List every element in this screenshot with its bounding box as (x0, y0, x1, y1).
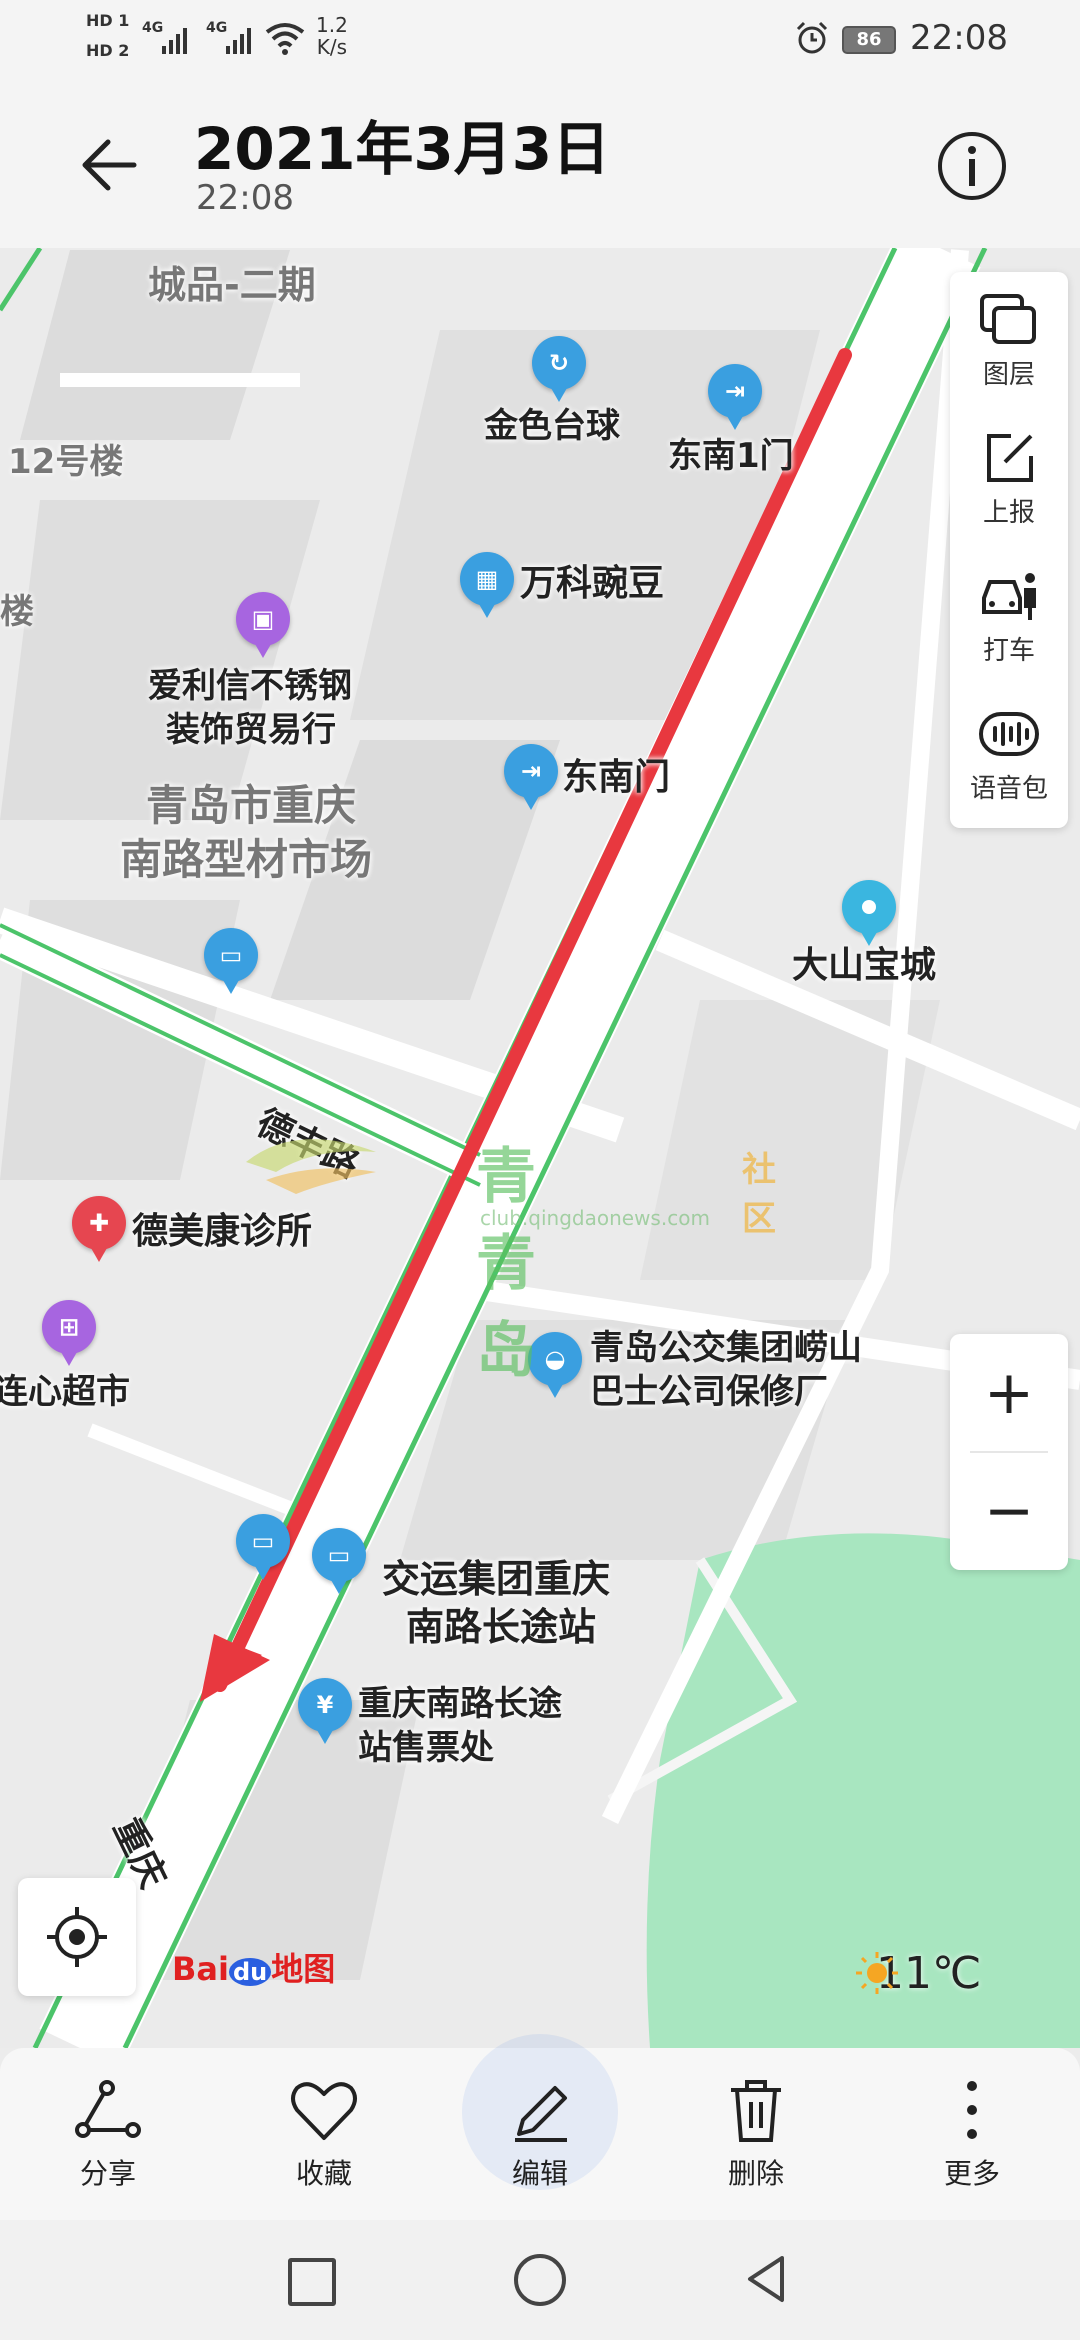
layers-icon (980, 293, 1036, 344)
ticket-icon[interactable]: ¥ (298, 1678, 352, 1744)
more-button[interactable]: 更多 (902, 2076, 1042, 2196)
bus-stop-icon[interactable]: ▭ (312, 1528, 366, 1594)
share-icon (75, 2080, 141, 2138)
area-label-market-1: 青岛市重庆 (146, 781, 357, 830)
gate-icon[interactable]: ⇥ (504, 744, 558, 810)
crosshair-icon (47, 1907, 107, 1967)
tool-taxi[interactable]: 打车 (950, 548, 1068, 686)
network-speed: 1.2 K/s (316, 13, 348, 59)
report-icon (987, 433, 1033, 482)
building-icon[interactable]: ▦ (460, 552, 514, 618)
tool-layers[interactable]: 图层 (950, 272, 1068, 410)
edit-button[interactable]: 编辑 (470, 2076, 610, 2196)
poi-label-stainless-1[interactable]: 爱利信不锈钢 (148, 658, 352, 707)
svg-text:4G: 4G (142, 20, 163, 36)
bus-stop-icon[interactable]: ▭ (236, 1514, 290, 1580)
info-button[interactable] (934, 128, 1010, 204)
shopping-bag-icon[interactable]: ▣ (236, 592, 290, 658)
area-label-building-12: 12号楼 (8, 442, 124, 482)
zoom-control: + − (950, 1334, 1068, 1570)
zoom-in-button[interactable]: + (950, 1334, 1068, 1452)
area-label-lou: 楼 (0, 592, 34, 632)
back-arrow-icon (82, 139, 137, 191)
poi-label-clinic[interactable]: 德美康诊所 (132, 1202, 312, 1254)
poi-label-bus-repair-1[interactable]: 青岛公交集团崂山 (590, 1320, 862, 1369)
poi-label-ticket-1[interactable]: 重庆南路长途 (358, 1676, 562, 1725)
poi-label-bus-repair-2[interactable]: 巴士公司保修厂 (590, 1364, 828, 1413)
zoom-out-button[interactable]: − (950, 1452, 1068, 1570)
tool-report[interactable]: 上报 (950, 410, 1068, 548)
delete-button[interactable]: 删除 (686, 2076, 826, 2196)
poi-label-stainless-2[interactable]: 装饰贸易行 (166, 702, 336, 751)
recent-apps-button[interactable] (288, 2258, 336, 2306)
signal-icon: 4G 4G (142, 20, 251, 54)
battery-indicator: 86 (842, 26, 896, 54)
sun-icon (856, 1952, 898, 1994)
heart-icon (291, 2082, 357, 2140)
gate-icon[interactable]: ⇥ (708, 364, 762, 430)
tool-voice-pack[interactable]: 语音包 (950, 686, 1068, 824)
status-bar: HD 1 HD 2 4G 4G 1.2 K/s 86 22:08 (0, 0, 1080, 80)
poi-label-vanke[interactable]: 万科豌豆 (520, 554, 664, 606)
alarm-icon (796, 21, 828, 54)
poi-label-billiards[interactable]: 金色台球 (484, 398, 620, 447)
page-title: 2021年3月3日 (194, 115, 611, 183)
bus-stop-icon[interactable]: ▭ (204, 928, 258, 994)
watermark-bird-logo (246, 1139, 376, 1194)
more-icon (967, 2081, 977, 2139)
poi-label-southeast-gate-1[interactable]: 东南1门 (668, 428, 794, 477)
favorite-button[interactable]: 收藏 (254, 2076, 394, 2196)
info-icon (938, 132, 1006, 200)
page-subtitle-time: 22:08 (196, 178, 294, 218)
map-tools-panel: 图层 上报 打车 语音包 (950, 272, 1068, 828)
area-label-chengpin: 城品-二期 (148, 263, 316, 307)
car-icon[interactable]: ◒ (528, 1332, 582, 1398)
wifi-icon (265, 23, 305, 55)
billiards-icon[interactable]: ↻ (532, 336, 586, 402)
poi-label-bus-station-2[interactable]: 南路长途站 (406, 1596, 596, 1651)
map-canvas[interactable] (0, 248, 1080, 2048)
share-button[interactable]: 分享 (38, 2076, 178, 2196)
area-label-market-2: 南路型材市场 (120, 835, 373, 884)
taxi-icon (982, 572, 1036, 620)
home-button[interactable] (514, 2254, 566, 2306)
voice-pack-icon (979, 711, 1039, 756)
sim-indicator: HD 1 HD 2 (86, 11, 130, 60)
poi-label-supermarket[interactable]: 心连心超市 (0, 1364, 130, 1413)
pin-icon[interactable] (842, 880, 896, 946)
supermarket-icon[interactable]: ⊞ (42, 1300, 96, 1366)
poi-label-ticket-2[interactable]: 站售票处 (358, 1720, 494, 1769)
top-bar: 2021年3月3日 22:08 (0, 80, 1080, 248)
clock: 22:08 (910, 18, 1008, 58)
trash-icon (731, 2080, 781, 2142)
locate-button[interactable] (18, 1878, 136, 1996)
poi-label-dashan[interactable]: 大山宝城 (792, 936, 936, 988)
poi-label-southeast-gate[interactable]: 东南门 (562, 748, 670, 800)
back-button[interactable] (64, 120, 154, 210)
back-nav-button[interactable] (742, 2254, 792, 2304)
baidu-map-logo: Bai du 地图 (172, 1950, 336, 1988)
pencil-icon (515, 2086, 567, 2142)
svg-text:4G: 4G (206, 20, 227, 36)
poi-label-bus-station-1[interactable]: 交运集团重庆 (382, 1548, 610, 1603)
system-nav-bar (0, 2220, 1080, 2340)
map-view[interactable]: 城品-二期 12号楼 楼 青岛市重庆 南路型材市场 德丰路 重庆 ↻ 金色台球 … (0, 248, 1080, 2048)
weather-widget[interactable]: 11℃ (852, 1948, 981, 1999)
clinic-icon[interactable]: ✚ (72, 1196, 126, 1262)
